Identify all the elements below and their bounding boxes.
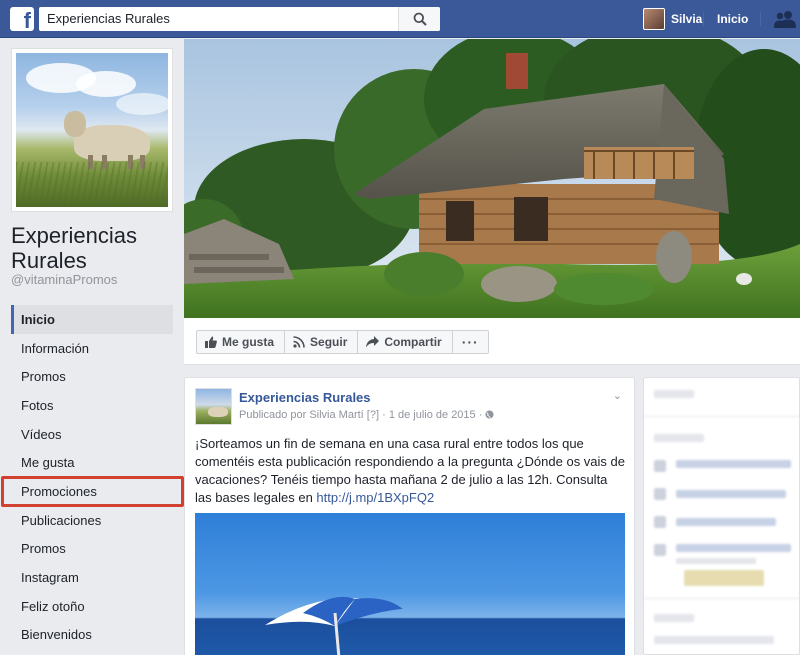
search-button[interactable]: [398, 7, 440, 31]
like-button[interactable]: Me gusta: [196, 330, 286, 354]
cover-house-image: [184, 39, 800, 318]
search-icon: [413, 12, 427, 26]
nav-item-inicio[interactable]: Inicio: [11, 305, 173, 334]
follow-button[interactable]: Seguir: [284, 330, 359, 354]
top-bar: f Experiencias Rurales Silvia Inicio: [0, 0, 800, 38]
share-arrow-icon: [366, 336, 380, 348]
cover-photo[interactable]: [184, 39, 800, 318]
more-options-button[interactable]: ···: [451, 330, 489, 354]
nav-item-publicaciones[interactable]: Publicaciones: [11, 506, 173, 535]
nav-item-promos[interactable]: Promos: [11, 362, 173, 391]
user-name: Silvia: [671, 12, 703, 26]
help-link[interactable]: [?]: [367, 409, 379, 421]
page-action-bar: Me gusta Seguir Compartir ···: [184, 318, 800, 365]
chevron-down-icon[interactable]: ⌄: [613, 389, 622, 402]
page-handle[interactable]: @vitaminaPromos: [11, 272, 117, 287]
profile-picture[interactable]: [11, 48, 173, 212]
nav-item-me-gusta[interactable]: Me gusta: [11, 448, 173, 477]
post-body: ¡Sorteamos un fin de semana en una casa …: [195, 435, 627, 507]
nav-item-feliz-otono[interactable]: Feliz otoño: [11, 592, 173, 621]
facebook-logo[interactable]: f: [10, 7, 34, 31]
share-button[interactable]: Compartir: [357, 330, 453, 354]
post-card: Experiencias Rurales Publicado por Silvi…: [184, 377, 635, 655]
right-sidebar-card: [643, 377, 800, 655]
search-input[interactable]: Experiencias Rurales: [47, 11, 170, 26]
friends-icon[interactable]: [774, 10, 796, 28]
sheep-photo: [16, 53, 168, 207]
search-bar[interactable]: Experiencias Rurales: [39, 7, 440, 31]
avatar: [643, 8, 665, 30]
user-profile-link[interactable]: Silvia: [643, 8, 702, 30]
like-label: Me gusta: [222, 335, 275, 349]
nav-item-instagram[interactable]: Instagram: [11, 563, 173, 592]
divider: [760, 12, 761, 26]
follow-label: Seguir: [310, 335, 348, 349]
promociones-highlight-box: [1, 476, 184, 507]
rss-icon: [293, 336, 305, 348]
post-published-by: Publicado por Silvia Martí: [239, 409, 364, 421]
post-meta: Publicado por Silvia Martí [?] · 1 de ju…: [239, 409, 495, 421]
globe-icon: [485, 410, 495, 419]
page-title: Experiencias Rurales: [11, 223, 137, 273]
beach-umbrella-image: [265, 596, 403, 655]
post-link[interactable]: http://j.mp/1BXpFQ2: [316, 490, 434, 505]
divider: [703, 12, 704, 26]
post-author-name[interactable]: Experiencias Rurales: [239, 390, 371, 405]
post-date[interactable]: · 1 de julio de 2015 ·: [382, 409, 482, 421]
nav-item-promos-2[interactable]: Promos: [11, 535, 173, 564]
nav-item-bienvenidos[interactable]: Bienvenidos: [11, 621, 173, 650]
nav-item-fotos[interactable]: Fotos: [11, 391, 173, 420]
home-link[interactable]: Inicio: [717, 12, 748, 26]
post-author-avatar[interactable]: [195, 388, 232, 425]
share-label: Compartir: [384, 335, 442, 349]
thumbs-up-icon: [205, 336, 217, 348]
nav-item-videos[interactable]: Vídeos: [11, 420, 173, 449]
post-image-beach[interactable]: [195, 513, 625, 655]
nav-item-informacion[interactable]: Información: [11, 334, 173, 363]
